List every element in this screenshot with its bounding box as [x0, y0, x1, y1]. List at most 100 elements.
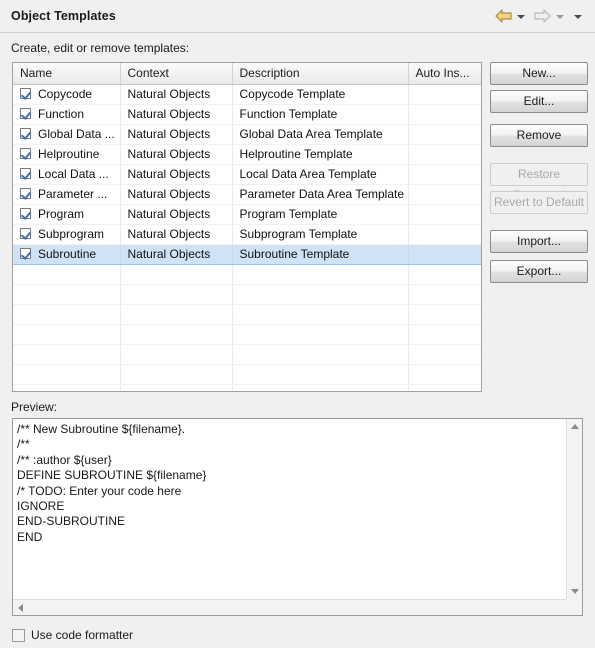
cell-auto-insert: [408, 224, 481, 245]
row-name-label: Parameter ...: [38, 187, 108, 201]
cell-context: Natural Objects: [120, 144, 233, 165]
section-description: Create, edit or remove templates:: [11, 41, 190, 55]
table-row-empty[interactable]: [13, 344, 481, 365]
cell-empty: [13, 304, 121, 325]
table-row[interactable]: Local Data ... Natural Objects Local Data …: [13, 164, 481, 185]
table-row[interactable]: Function Natural Objects Function Template: [13, 104, 481, 125]
cell-name: Subprogram: [13, 224, 121, 245]
back-history-chevron-down-icon[interactable]: [517, 15, 525, 19]
cell-description: Helproutine Template: [232, 144, 409, 165]
templates-table[interactable]: Name Context Description Auto Ins... Cop…: [12, 62, 482, 392]
cell-empty: [120, 304, 233, 325]
cell-empty: [232, 304, 409, 325]
table-header-row: Name Context Description Auto Ins...: [13, 63, 481, 85]
table-row[interactable]: Helproutine Natural Objects Helproutine Te…: [13, 144, 481, 165]
cell-empty: [13, 324, 121, 345]
cell-context: Natural Objects: [120, 184, 233, 205]
cell-empty: [120, 264, 233, 285]
row-checkbox-icon[interactable]: [20, 128, 31, 139]
export-button[interactable]: Export...: [490, 260, 588, 283]
row-checkbox-icon[interactable]: [20, 108, 31, 119]
cell-name: Function: [13, 104, 121, 125]
forward-history-chevron-down-icon: [556, 15, 564, 19]
column-header-auto-insert[interactable]: Auto Ins...: [408, 63, 481, 85]
table-row[interactable]: Subroutine Natural Objects Subroutine Temp…: [13, 243, 481, 265]
cell-description: Subroutine Template: [232, 243, 409, 265]
column-header-name[interactable]: Name: [13, 63, 121, 85]
row-checkbox-icon[interactable]: [20, 148, 31, 159]
table-row[interactable]: Subprogram Natural Objects Subprogram Temp…: [13, 224, 481, 245]
row-name-label: Program: [38, 207, 85, 221]
cell-description: Parameter Data Area Template: [232, 184, 409, 205]
dialog-title-bar: Object Templates: [0, 0, 595, 33]
cell-empty: [13, 264, 121, 285]
scroll-left-icon[interactable]: [18, 604, 23, 612]
cell-context: Natural Objects: [120, 164, 233, 185]
scroll-up-icon[interactable]: [571, 424, 579, 429]
cell-empty: [232, 384, 409, 391]
table-row[interactable]: Copycode Natural Objects Copycode Template: [13, 84, 481, 105]
cell-empty: [13, 284, 121, 305]
cell-empty: [408, 384, 481, 391]
edit-button[interactable]: Edit...: [490, 90, 588, 113]
back-arrow-icon[interactable]: [495, 9, 512, 23]
cell-description: Function Template: [232, 104, 409, 125]
table-row[interactable]: Global Data ... Natural Objects Global Dat…: [13, 124, 481, 145]
scrollbar-corner: [566, 599, 582, 615]
table-row-empty[interactable]: [13, 304, 481, 325]
cell-auto-insert: [408, 84, 481, 105]
cell-name: Copycode: [13, 84, 121, 105]
new-button[interactable]: New...: [490, 62, 588, 85]
cell-empty: [120, 364, 233, 385]
table-row-empty[interactable]: [13, 384, 481, 391]
cell-empty: [408, 284, 481, 305]
column-header-context[interactable]: Context: [120, 63, 233, 85]
row-name-label: Function: [38, 107, 85, 121]
page-title: Object Templates: [11, 9, 116, 23]
table-row-empty[interactable]: [13, 364, 481, 385]
cell-auto-insert: [408, 243, 481, 265]
cell-auto-insert: [408, 204, 481, 225]
row-name-label: Copycode: [38, 87, 93, 101]
cell-empty: [232, 364, 409, 385]
cell-auto-insert: [408, 124, 481, 145]
row-checkbox-icon[interactable]: [20, 88, 31, 99]
row-checkbox-icon[interactable]: [20, 188, 31, 199]
cell-auto-insert: [408, 104, 481, 125]
cell-empty: [232, 344, 409, 365]
cell-empty: [120, 344, 233, 365]
table-row[interactable]: Parameter ... Natural Objects Parameter Da…: [13, 184, 481, 205]
import-button[interactable]: Import...: [490, 230, 588, 253]
row-checkbox-icon[interactable]: [20, 248, 31, 259]
table-row[interactable]: Program Natural Objects Program Template: [13, 204, 481, 225]
row-checkbox-icon[interactable]: [20, 208, 31, 219]
cell-empty: [120, 324, 233, 345]
cell-name: Global Data ...: [13, 124, 121, 145]
cell-empty: [13, 364, 121, 385]
preview-label: Preview:: [11, 400, 58, 414]
cell-description: Global Data Area Template: [232, 124, 409, 145]
row-checkbox-icon[interactable]: [20, 168, 31, 179]
cell-name: Parameter ...: [13, 184, 121, 205]
preview-panel[interactable]: /** New Subroutine ${filename}. /** /** …: [12, 418, 583, 616]
column-header-description[interactable]: Description: [232, 63, 409, 85]
checkbox-box-icon[interactable]: [12, 629, 25, 642]
preview-horizontal-scrollbar[interactable]: [13, 599, 566, 615]
cell-context: Natural Objects: [120, 204, 233, 225]
scroll-down-icon[interactable]: [571, 589, 579, 594]
cell-description: Local Data Area Template: [232, 164, 409, 185]
remove-button[interactable]: Remove: [490, 124, 588, 147]
table-row-empty[interactable]: [13, 284, 481, 305]
use-code-formatter-label: Use code formatter: [31, 628, 134, 642]
cell-description: Program Template: [232, 204, 409, 225]
table-row-empty[interactable]: [13, 324, 481, 345]
cell-empty: [232, 264, 409, 285]
table-row-empty[interactable]: [13, 264, 481, 285]
preview-vertical-scrollbar[interactable]: [566, 419, 582, 599]
view-menu-chevron-down-icon[interactable]: [574, 15, 582, 19]
cell-empty: [232, 324, 409, 345]
cell-description: Subprogram Template: [232, 224, 409, 245]
cell-name: Helproutine: [13, 144, 121, 165]
cell-empty: [13, 344, 121, 365]
row-checkbox-icon[interactable]: [20, 228, 31, 239]
